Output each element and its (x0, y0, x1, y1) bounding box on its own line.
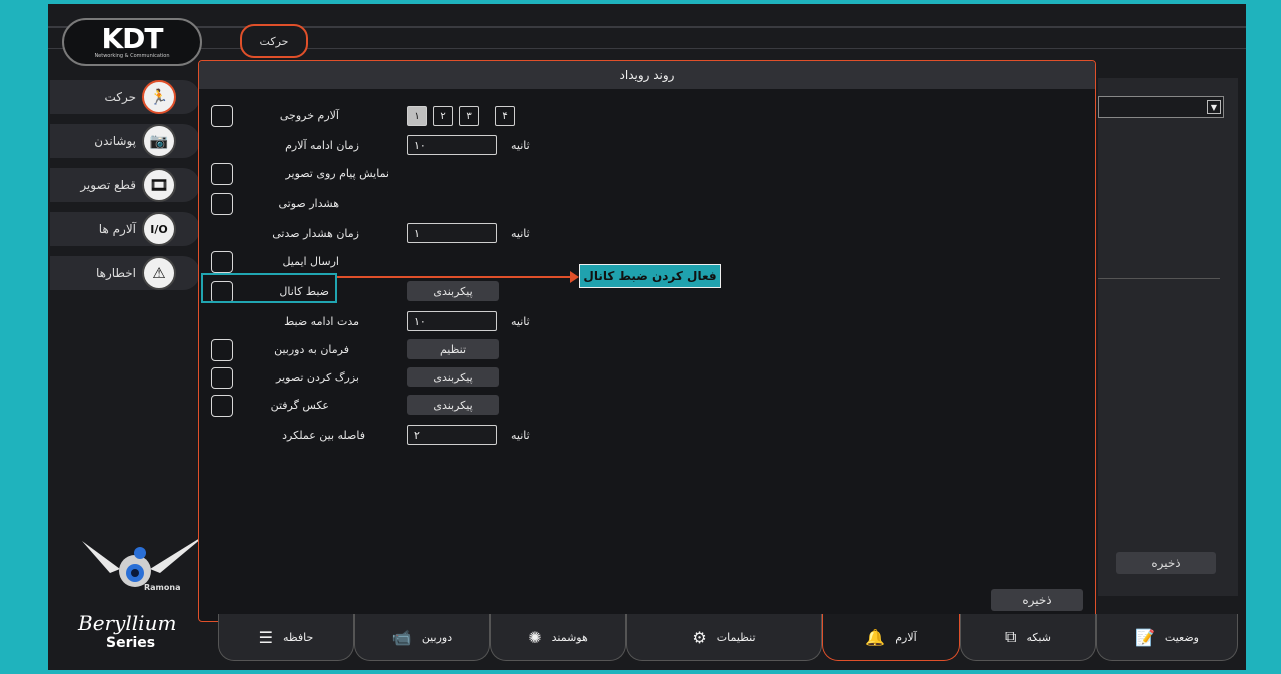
chevron-down-icon[interactable]: ▼ (1207, 100, 1221, 114)
enlarge-config-button[interactable]: پیکربندی (407, 367, 499, 387)
alarm-out-checkbox[interactable] (211, 105, 233, 127)
tab-camera[interactable]: 📹 دوربین (354, 614, 490, 661)
sidebar-item-label: قطع تصویر (80, 178, 136, 192)
record-duration-unit: ثانیه (511, 315, 530, 328)
camera-cover-icon: 📷 (142, 124, 176, 158)
breadcrumb-motion[interactable]: حرکت (240, 24, 308, 58)
audio-warning-checkbox[interactable] (211, 193, 233, 215)
sidebar-item-label: اخطارها (95, 266, 136, 280)
logo-mark: KDT (101, 21, 163, 55)
record-duration-label: مدت ادامه ضبط (284, 315, 359, 328)
interval-field[interactable]: ۲ (407, 425, 497, 445)
alarm-out-label: آلارم خروجی (279, 109, 339, 122)
ptz-checkbox[interactable] (211, 339, 233, 361)
panel-divider (1098, 278, 1220, 279)
io-icon: I/O (142, 212, 176, 246)
sidebar-item-video-loss[interactable]: 🎞 قطع تصویر (50, 168, 200, 202)
panel-save-button[interactable]: ذخیره (1116, 552, 1216, 574)
alarm-channel-3[interactable]: ۳ (459, 106, 479, 126)
alarm-duration-label: زمان ادامه آلارم (285, 139, 359, 152)
tab-storage[interactable]: ☰ حافظه (218, 614, 354, 661)
interval-unit: ثانیه (511, 429, 530, 442)
alarm-channel-1[interactable]: ۱ (407, 106, 427, 126)
tab-intelligent[interactable]: ✺ هوشمند (490, 614, 626, 661)
network-icon: ⧉ (1005, 627, 1017, 646)
record-config-button[interactable]: پیکربندی (407, 281, 499, 301)
running-person-icon: 🏃 (142, 80, 176, 114)
alarm-duration-field[interactable]: ۱۰ (407, 135, 497, 155)
dialog-save-button[interactable]: ذخیره (991, 589, 1083, 611)
snapshot-label: عکس گرفتن (270, 399, 329, 412)
sidebar-item-masking[interactable]: 📷 پوشاندن (50, 124, 200, 158)
bottom-nav: ☰ حافظه 📹 دوربین ✺ هوشمند ⚙ تنظیمات 🔔 آل… (218, 614, 1238, 664)
send-email-checkbox[interactable] (211, 251, 233, 273)
warning-icon: ⚠ (142, 256, 176, 290)
snapshot-config-button[interactable]: پیکربندی (407, 395, 499, 415)
alarm-bell-icon: 🔔 (865, 627, 886, 647)
channel-select[interactable]: ▼ (1098, 96, 1224, 118)
alarm-channel-2[interactable]: ۲ (433, 106, 453, 126)
camera-icon: 📹 (391, 627, 412, 647)
tab-label: حافظه (283, 630, 314, 644)
tab-alarm[interactable]: 🔔 آلارم (822, 614, 960, 661)
logo-subtitle: Networking & Communication (94, 52, 170, 59)
alarm-duration-unit: ثانیه (511, 139, 530, 152)
tab-network[interactable]: ⧉ شبکه (960, 614, 1096, 661)
send-email-label: ارسال ایمیل (282, 255, 339, 268)
top-divider (48, 26, 1246, 28)
storage-icon: ☰ (258, 627, 273, 647)
kdt-logo: KDT Networking & Communication (62, 18, 202, 66)
tab-label: آلارم (895, 630, 917, 644)
dvr-screen: KDT Networking & Communication حرکت 🏃 حر… (48, 4, 1246, 670)
event-action-dialog: روند رویداد آلارم خروجی ۱ ۲ ۳ ۴ زمان ادا… (198, 60, 1096, 622)
tab-label: وضعیت (1164, 630, 1199, 644)
beryllium-text: Beryllium (78, 611, 177, 635)
audio-warning-label: هشدار صوتی (278, 197, 339, 210)
gears-icon: ⚙ (692, 627, 707, 647)
video-loss-icon: 🎞 (142, 168, 176, 202)
ptz-setup-button[interactable]: تنظیم (407, 339, 499, 359)
callout-arrow-line (337, 276, 577, 278)
audio-time-field[interactable]: ۱ (407, 223, 497, 243)
sidebar-item-motion[interactable]: 🏃 حرکت (50, 80, 200, 114)
audio-time-unit: ثانیه (511, 227, 530, 240)
alarm-channel-4[interactable]: ۴ (495, 106, 515, 126)
tab-settings[interactable]: ⚙ تنظیمات (626, 614, 822, 661)
callout-arrow-head (570, 271, 579, 283)
intelligent-icon: ✺ (528, 627, 542, 647)
sidebar-item-label: پوشاندن (94, 134, 136, 148)
sidebar-item-label: آلارم ها (98, 222, 136, 236)
enlarge-label: بزرگ کردن تصویر (276, 371, 359, 384)
sidebar-item-label: حرکت (104, 90, 136, 104)
audio-time-label: زمان هشدار صدتی (272, 227, 359, 240)
tab-label: هوشمند (551, 630, 588, 644)
tab-status[interactable]: 📝 وضعیت (1096, 614, 1238, 661)
ptz-label: فرمان به دوربین (274, 343, 349, 356)
show-message-checkbox[interactable] (211, 163, 233, 185)
tab-label: شبکه (1026, 630, 1051, 644)
interval-label: فاصله بین عملکرد (282, 429, 365, 442)
sidebar-item-alarms[interactable]: I/O آلارم ها (50, 212, 200, 246)
show-message-label: نمایش پیام روی تصویر (285, 167, 389, 180)
sidebar-item-warnings[interactable]: ⚠ اخطارها (50, 256, 200, 290)
snapshot-checkbox[interactable] (211, 395, 233, 417)
sidebar: 🏃 حرکت 📷 پوشاندن 🎞 قطع تصویر I/O آلارم ه… (50, 80, 200, 300)
record-duration-field[interactable]: ۱۰ (407, 311, 497, 331)
record-channel-highlight (201, 273, 337, 303)
status-icon: 📝 (1134, 627, 1155, 647)
ramona-text: Ramona (144, 583, 181, 592)
tab-label: دوربین (421, 630, 453, 644)
top-divider-2 (48, 48, 1246, 49)
background-panel: ▼ ذخیره (1098, 78, 1238, 596)
dialog-title: روند رویداد (199, 61, 1095, 89)
beryllium-brand: Ramona Beryllium Series (68, 529, 208, 664)
callout-label: فعال کردن ضبط کانال (579, 264, 721, 288)
series-text: Series (106, 635, 156, 651)
enlarge-checkbox[interactable] (211, 367, 233, 389)
tab-label: تنظیمات (716, 630, 756, 644)
